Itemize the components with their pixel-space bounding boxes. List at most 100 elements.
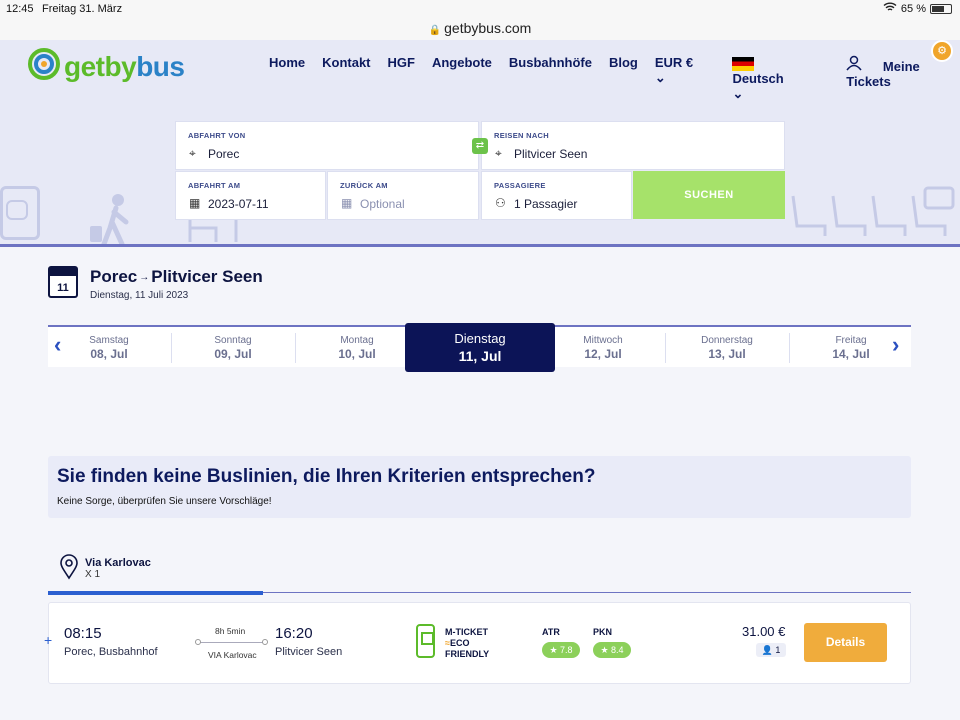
- passengers-field[interactable]: PASSAGIERE ⚇ 1 Passagier: [481, 171, 632, 220]
- to-field[interactable]: REISEN NACH ⌖ Plitvicer Seen: [481, 121, 785, 170]
- date-tab-day: Mittwoch: [583, 335, 623, 346]
- status-right: 65 %: [883, 2, 952, 15]
- timeline-line: [198, 642, 266, 643]
- calendar-icon: ▦: [189, 196, 201, 210]
- location-pin-icon: ⌖: [495, 146, 502, 160]
- promo-badge-icon[interactable]: ⚙: [931, 40, 953, 62]
- german-flag-icon: [732, 56, 755, 71]
- bus-seats-illustration: [785, 186, 960, 249]
- date-tab-day: Freitag: [835, 335, 867, 346]
- nav-busbahnhoefe[interactable]: Busbahnhöfe: [509, 55, 592, 102]
- chevron-right-icon[interactable]: ›: [892, 332, 899, 358]
- date-tab-day: Sonntag: [214, 335, 252, 346]
- user-icon: [846, 55, 862, 74]
- date-tab-day: Montag: [340, 335, 374, 346]
- language-value: Deutsch: [732, 70, 784, 86]
- from-field[interactable]: ABFAHRT VON ⌖ Porec: [175, 121, 479, 170]
- date-tab[interactable]: Sonntag 09, Jul: [172, 335, 294, 361]
- return-date-field[interactable]: ZURÜCK AM ▦ Optional: [327, 171, 479, 220]
- calendar-icon: 11: [48, 266, 78, 298]
- traveler-icon: [86, 192, 138, 251]
- date-tab[interactable]: Donnerstag 13, Jul: [666, 335, 788, 361]
- brand-logo[interactable]: getbybus: [28, 48, 185, 85]
- language-selector[interactable]: Deutsch ⌄: [732, 55, 829, 102]
- trip-via: VIA Karlovac: [208, 650, 257, 660]
- brand-by: by: [104, 50, 137, 82]
- swap-route-button[interactable]: ⇄: [472, 138, 488, 154]
- route-date: Dienstag, 11 Juli 2023: [90, 290, 189, 301]
- route-to: Plitvicer Seen: [151, 267, 263, 286]
- rating-badge: ★ 7.8: [542, 642, 580, 658]
- date-tab-active[interactable]: Dienstag 11, Jul: [405, 323, 555, 372]
- date-tab[interactable]: Montag 10, Jul: [296, 335, 418, 361]
- date-tab[interactable]: Mittwoch 12, Jul: [542, 335, 664, 361]
- arrival-time: 16:20: [275, 625, 313, 642]
- route-from: Porec: [90, 267, 138, 286]
- expand-plus-icon[interactable]: +: [44, 632, 52, 648]
- calendar-icon: ▦: [341, 196, 353, 210]
- rating-score: 7.8: [560, 645, 573, 655]
- main-nav: Home Kontakt HGF Angebote Busbahnhöfe Bl…: [269, 55, 960, 102]
- date-tab-date: 12, Jul: [584, 347, 622, 361]
- url-text: getbybus.com: [444, 20, 532, 36]
- from-value: Porec: [208, 147, 240, 161]
- star-icon: ★: [600, 645, 609, 655]
- currency-selector[interactable]: EUR € ⌄: [655, 55, 716, 102]
- rating-label: ATR: [542, 627, 560, 637]
- depart-date-field[interactable]: ABFAHRT AM ▦ 2023-07-11: [175, 171, 326, 220]
- battery-icon: [930, 3, 952, 14]
- to-value: Plitvicer Seen: [514, 147, 588, 161]
- route-title: Porec → Plitvicer Seen: [90, 267, 263, 287]
- brand-name: getbybus: [64, 50, 185, 83]
- return-label: ZURÜCK AM: [340, 181, 388, 190]
- passengers-icon: ⚇: [495, 196, 506, 210]
- active-tab-indicator: [48, 591, 263, 595]
- from-label: ABFAHRT VON: [188, 131, 246, 140]
- calendar-day: 11: [57, 282, 69, 294]
- depart-label: ABFAHRT AM: [188, 181, 241, 190]
- battery-percent: 65 %: [900, 2, 926, 15]
- trip-price: 31.00 €: [742, 624, 786, 639]
- nav-kontakt[interactable]: Kontakt: [322, 55, 370, 102]
- lock-icon: 🔒: [428, 25, 442, 36]
- pax-label: PASSAGIERE: [494, 181, 546, 190]
- star-icon: ★: [549, 645, 558, 655]
- person-icon: 👤: [761, 645, 773, 655]
- nav-blog[interactable]: Blog: [609, 55, 638, 102]
- chevron-left-icon[interactable]: ‹: [54, 332, 61, 358]
- timeline-dot: [262, 639, 268, 645]
- date-tab-day: Donnerstag: [701, 335, 753, 346]
- feature-eco: ≈ECO: [445, 638, 470, 648]
- location-pin-icon: ⌖: [189, 146, 196, 160]
- nav-home[interactable]: Home: [269, 55, 305, 102]
- rating-score: 8.4: [611, 645, 624, 655]
- logo-target-icon: [28, 48, 60, 85]
- no-results-notice: Sie finden keine Buslinien, die Ihren Kr…: [48, 456, 911, 518]
- map-pin-icon: [60, 554, 78, 585]
- chevron-down-icon: ⌄: [654, 70, 666, 85]
- date-tab-date: 11, Jul: [458, 348, 502, 364]
- departure-place: Porec, Busbahnhof: [64, 646, 158, 658]
- notice-title: Sie finden keine Buslinien, die Ihren Kr…: [57, 466, 596, 487]
- to-label: REISEN NACH: [494, 131, 549, 140]
- pax-count: 1: [775, 645, 781, 655]
- mobile-ticket-icon: [416, 624, 435, 658]
- date-tab[interactable]: Samstag 08, Jul: [48, 335, 170, 361]
- my-tickets-link[interactable]: Meine Tickets: [846, 55, 943, 102]
- timeline-dot: [195, 639, 201, 645]
- status-date: Freitag 31. März: [42, 3, 123, 15]
- wifi-icon: [883, 2, 897, 15]
- rating-badge: ★ 8.4: [593, 642, 631, 658]
- date-tab-date: 13, Jul: [708, 347, 746, 361]
- date-tab-day: Samstag: [89, 335, 129, 346]
- currency-value: EUR €: [654, 55, 694, 70]
- nav-angebote[interactable]: Angebote: [432, 55, 492, 102]
- search-button[interactable]: SUCHEN: [633, 171, 785, 219]
- via-tab-title[interactable]: Via Karlovac: [85, 557, 151, 569]
- nav-hgf[interactable]: HGF: [388, 55, 415, 102]
- url-bar[interactable]: 🔒 getbybus.com: [0, 20, 960, 40]
- depart-value: 2023-07-11: [208, 197, 269, 211]
- date-tab-date: 09, Jul: [214, 347, 252, 361]
- details-button[interactable]: Details: [804, 623, 887, 662]
- date-tab-day: Dienstag: [454, 331, 506, 346]
